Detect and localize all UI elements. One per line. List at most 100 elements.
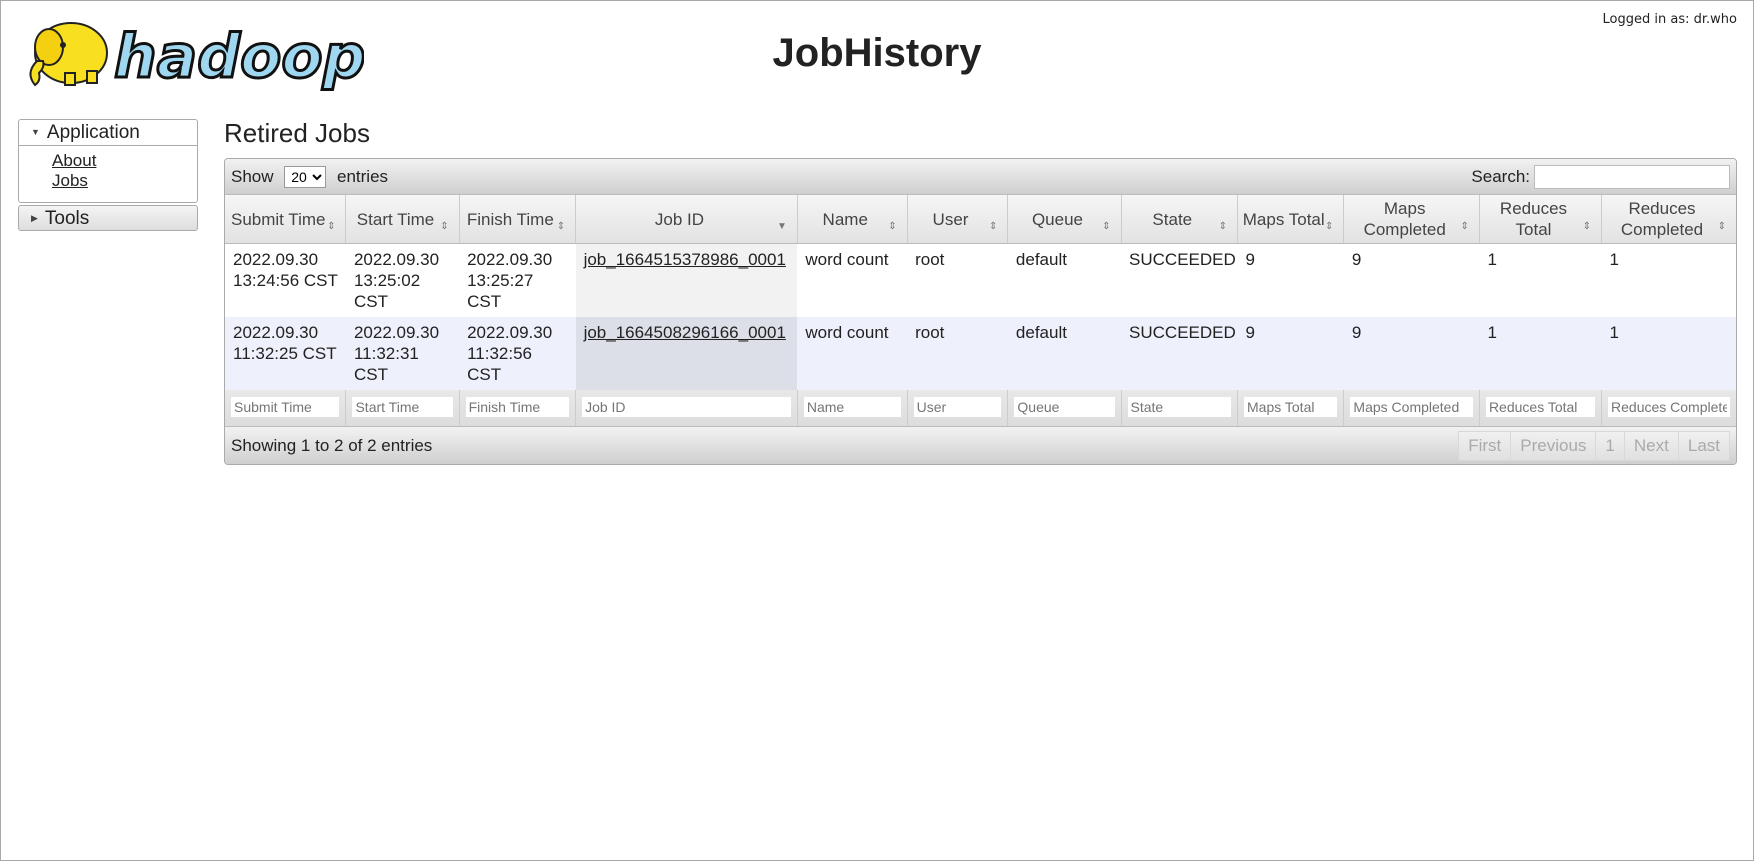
sidebar-link-about[interactable]: About bbox=[52, 151, 197, 171]
filter-cell bbox=[575, 390, 798, 428]
entries-select[interactable]: 20 bbox=[284, 165, 327, 188]
sort-icon: ⇕ bbox=[888, 221, 897, 232]
pagination: First Previous 1 Next Last bbox=[1458, 430, 1730, 461]
cell-name: word count bbox=[797, 243, 908, 317]
sort-icon: ⇕ bbox=[1582, 221, 1592, 232]
pager-first[interactable]: First bbox=[1458, 430, 1512, 461]
sidebar-application: ▼ Application About Jobs bbox=[18, 119, 198, 203]
pager-page-1[interactable]: 1 bbox=[1595, 430, 1625, 461]
cell-maps-completed: 9 bbox=[1343, 317, 1480, 390]
sort-icon: ⇕ bbox=[1325, 221, 1334, 232]
job-id-link[interactable]: job_1664508296166_0001 bbox=[584, 323, 786, 342]
col-maps-total[interactable]: Maps Total ⇕ bbox=[1237, 195, 1345, 244]
jobs-table: Submit Time ⇕ Start Time ⇕ Finish Time ⇕ Jo… bbox=[225, 195, 1736, 428]
col-label: Maps Completed bbox=[1363, 199, 1446, 239]
logged-in-user: Logged in as: dr.who bbox=[1602, 12, 1737, 27]
filter-reduces-total[interactable] bbox=[1485, 397, 1596, 417]
search-label: Search: bbox=[1471, 166, 1530, 186]
col-state[interactable]: State ⇕ bbox=[1121, 195, 1239, 244]
filter-cell bbox=[797, 390, 908, 428]
sort-icon: ⇕ bbox=[989, 221, 998, 232]
sort-icon: ⇕ bbox=[556, 221, 566, 232]
col-label: Queue bbox=[1031, 209, 1083, 229]
col-label: Reduces Completed bbox=[1620, 199, 1704, 239]
filter-maps-completed[interactable] bbox=[1350, 397, 1473, 417]
sidebar-link-jobs[interactable]: Jobs bbox=[52, 171, 197, 191]
pager-next[interactable]: Next bbox=[1623, 430, 1679, 461]
col-label: State bbox=[1152, 209, 1193, 229]
sort-icon: ⇕ bbox=[1717, 221, 1726, 232]
col-job-id[interactable]: Job ID ▼ bbox=[575, 195, 798, 244]
filter-finish-time[interactable] bbox=[465, 397, 570, 417]
sidebar-tools-label: Tools bbox=[44, 208, 90, 229]
filter-submit-time[interactable] bbox=[231, 397, 340, 417]
entries-label: entries bbox=[337, 166, 389, 186]
sort-icon: ⇕ bbox=[1460, 221, 1469, 232]
col-queue[interactable]: Queue ⇕ bbox=[1007, 195, 1122, 244]
filter-cell bbox=[345, 390, 460, 428]
section-title: Retired Jobs bbox=[224, 118, 370, 148]
filter-cell bbox=[1601, 390, 1736, 428]
table-toolbar: Show 20 entries Search: bbox=[225, 159, 1736, 195]
col-finish-time[interactable]: Finish Time ⇕ bbox=[459, 195, 577, 244]
show-label: Show bbox=[231, 166, 274, 186]
filter-row bbox=[225, 390, 1736, 428]
cell-start-time: 2022.09.30 13:25:02 CST bbox=[345, 243, 460, 317]
col-label: Start Time bbox=[356, 209, 435, 229]
filter-start-time[interactable] bbox=[352, 397, 453, 417]
cell-state: SUCCEEDED bbox=[1121, 243, 1238, 317]
sidebar-tools-header[interactable]: ▶ Tools bbox=[19, 206, 197, 231]
filter-cell bbox=[1237, 390, 1345, 428]
cell-job-id: job_1664515378986_0001 bbox=[575, 243, 798, 317]
cell-job-id: job_1664508296166_0001 bbox=[575, 317, 798, 390]
cell-maps-total: 9 bbox=[1237, 243, 1344, 317]
cell-user: root bbox=[907, 243, 1008, 317]
triangle-right-icon: ▶ bbox=[31, 213, 38, 223]
filter-name[interactable] bbox=[803, 397, 901, 417]
col-name[interactable]: Name ⇕ bbox=[797, 195, 908, 244]
cell-reduces-total: 1 bbox=[1479, 317, 1602, 390]
table-row: 2022.09.30 13:24:56 CST 2022.09.30 13:25… bbox=[225, 243, 1736, 317]
table-info: Showing 1 to 2 of 2 entries bbox=[231, 435, 433, 455]
filter-state[interactable] bbox=[1127, 397, 1232, 417]
col-label: User bbox=[932, 209, 969, 229]
filter-cell bbox=[1343, 390, 1480, 428]
col-user[interactable]: User ⇕ bbox=[907, 195, 1009, 244]
pager-previous[interactable]: Previous bbox=[1510, 430, 1597, 461]
search-control: Search: bbox=[1471, 164, 1730, 189]
filter-cell bbox=[1007, 390, 1122, 428]
filter-maps-total[interactable] bbox=[1244, 397, 1338, 417]
col-label: Submit Time bbox=[230, 209, 326, 229]
filter-job-id[interactable] bbox=[582, 397, 791, 417]
cell-maps-completed: 9 bbox=[1343, 243, 1480, 317]
cell-submit-time: 2022.09.30 11:32:25 CST bbox=[225, 317, 346, 390]
cell-user: root bbox=[907, 317, 1008, 390]
col-maps-completed[interactable]: Maps Completed ⇕ bbox=[1343, 195, 1480, 244]
sort-icon: ⇕ bbox=[1102, 221, 1111, 232]
sort-icon: ⇕ bbox=[440, 221, 449, 232]
pager-last[interactable]: Last bbox=[1677, 430, 1730, 461]
col-reduces-total[interactable]: Reduces Total ⇕ bbox=[1479, 195, 1603, 244]
page-title: JobHistory bbox=[772, 31, 982, 75]
col-start-time[interactable]: Start Time ⇕ bbox=[345, 195, 460, 244]
col-reduces-completed[interactable]: Reduces Completed ⇕ bbox=[1601, 195, 1736, 244]
col-label: Finish Time bbox=[466, 209, 554, 229]
filter-user[interactable] bbox=[913, 397, 1002, 417]
filter-reduces-completed[interactable] bbox=[1608, 397, 1730, 417]
sort-icon: ⇕ bbox=[1218, 221, 1228, 232]
job-id-link[interactable]: job_1664515378986_0001 bbox=[584, 250, 786, 269]
col-label: Reduces Total bbox=[1499, 199, 1568, 239]
cell-reduces-completed: 1 bbox=[1601, 243, 1736, 317]
filter-cell bbox=[1121, 390, 1239, 428]
col-submit-time[interactable]: Submit Time ⇕ bbox=[225, 195, 347, 244]
filter-cell bbox=[225, 390, 347, 428]
filter-queue[interactable] bbox=[1014, 397, 1115, 417]
sidebar-tools[interactable]: ▶ Tools bbox=[18, 205, 198, 231]
cell-reduces-total: 1 bbox=[1479, 243, 1602, 317]
search-input[interactable] bbox=[1534, 164, 1730, 189]
filter-cell bbox=[907, 390, 1009, 428]
cell-reduces-completed: 1 bbox=[1601, 317, 1736, 390]
jobs-table-wrapper: Show 20 entries Search: Submit Time ⇕ Sta… bbox=[224, 158, 1737, 465]
filter-cell bbox=[459, 390, 577, 428]
sidebar-application-header[interactable]: ▼ Application bbox=[19, 120, 197, 146]
